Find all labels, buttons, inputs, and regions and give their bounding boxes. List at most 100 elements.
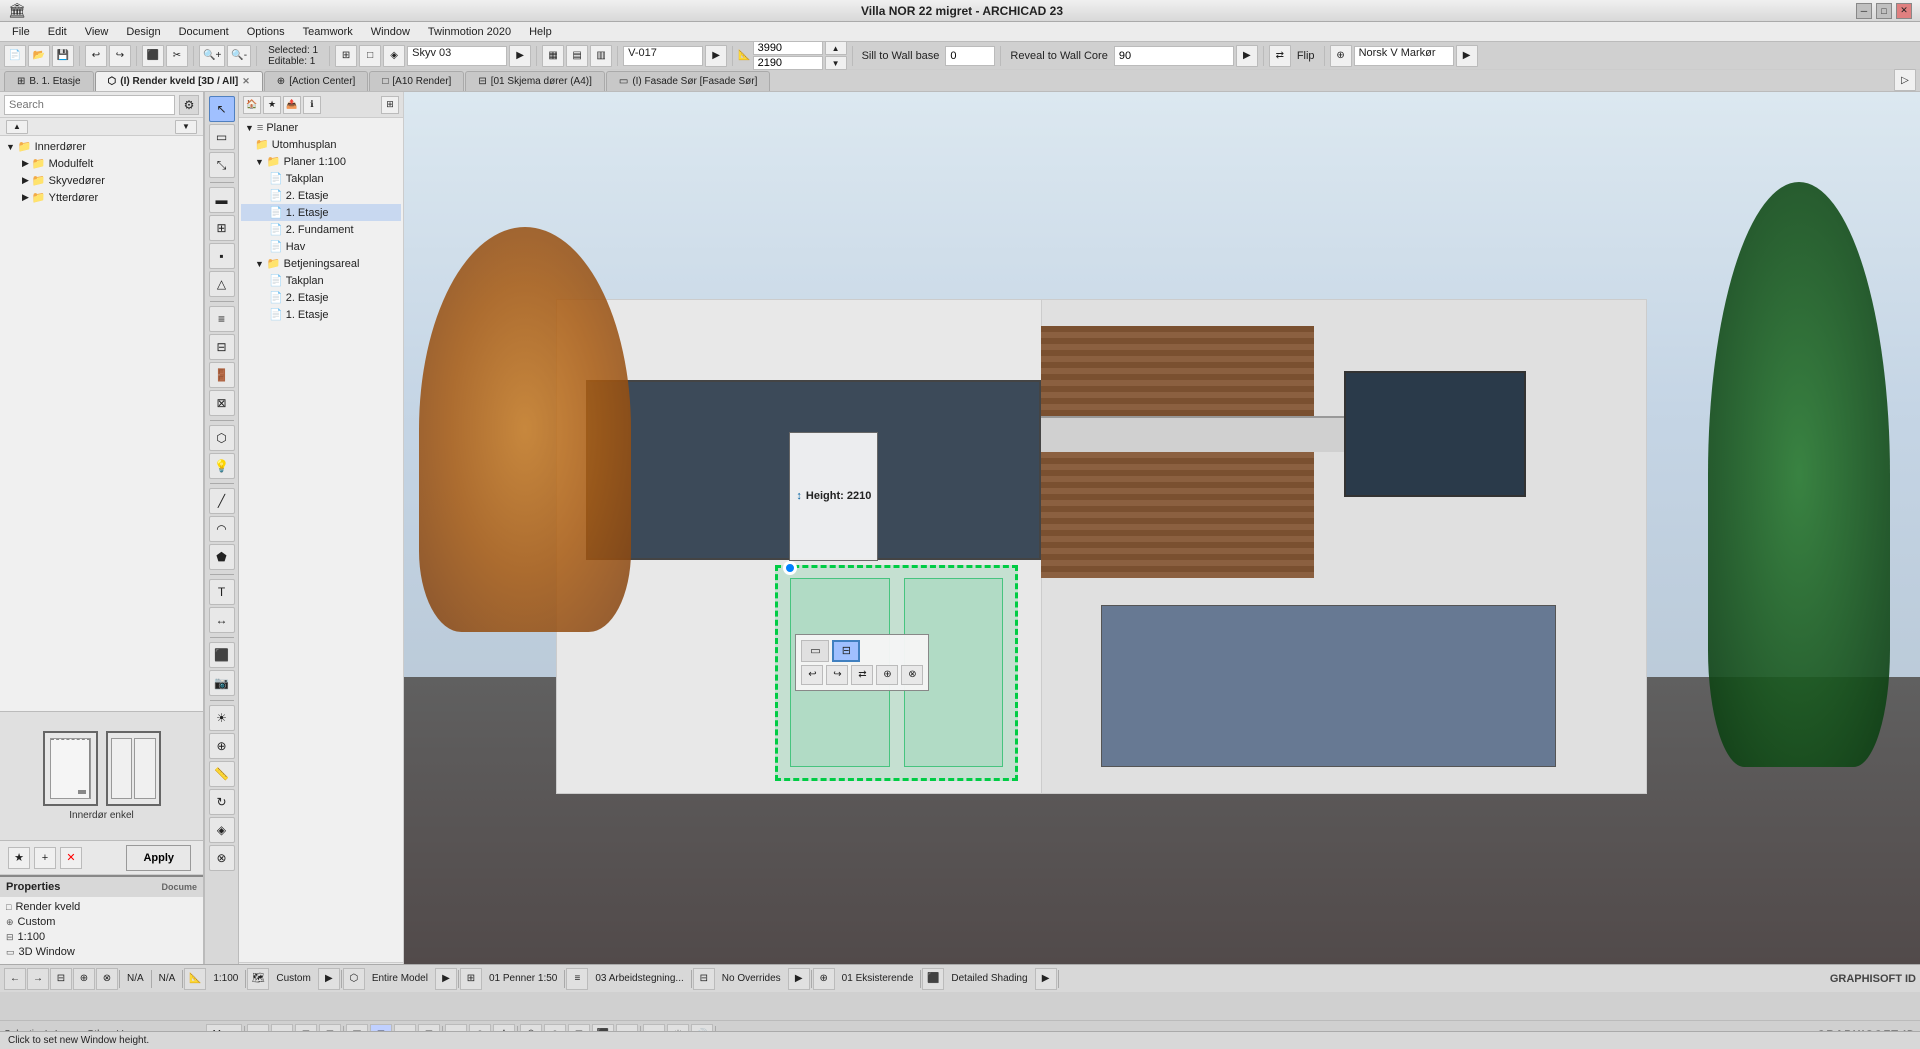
marker-nav-btn[interactable]: ▶	[1456, 45, 1478, 67]
tool-marquee[interactable]: ▭	[209, 124, 235, 150]
view-section-btn[interactable]: ▥	[590, 45, 612, 67]
door-action-1[interactable]: ↩	[801, 665, 823, 685]
door-type-single-btn[interactable]: ▭	[801, 640, 829, 662]
tool-stretch[interactable]: ⤡	[209, 152, 235, 178]
tree-item-ytterdorer[interactable]: ▶ 📁 Ytterdører	[2, 189, 201, 206]
tool-measure[interactable]: 📏	[209, 761, 235, 787]
menu-document[interactable]: Document	[171, 24, 237, 40]
minimize-button[interactable]: ─	[1856, 3, 1872, 19]
tb-redo[interactable]: ↪	[109, 45, 131, 67]
sb-custom-nav[interactable]: ▶	[318, 968, 340, 990]
tool-dim[interactable]: ↔	[209, 607, 235, 633]
tab-fasade-sor[interactable]: ▭ (I) Fasade Sør [Fasade Sør]	[606, 71, 771, 91]
nav-item-utomhus[interactable]: 📁 Utomhusplan	[241, 136, 401, 153]
menu-design[interactable]: Design	[118, 24, 168, 40]
tool-text[interactable]: T	[209, 579, 235, 605]
menu-options[interactable]: Options	[239, 24, 293, 40]
menu-window[interactable]: Window	[363, 24, 418, 40]
tree-item-skyvedorer[interactable]: ▶ 📁 Skyvedører	[2, 172, 201, 189]
nav-item-1etasje[interactable]: 📄 1. Etasje	[241, 204, 401, 221]
tool-sun[interactable]: ☀	[209, 705, 235, 731]
menu-file[interactable]: File	[4, 24, 38, 40]
tool-stair[interactable]: ≡	[209, 306, 235, 332]
sb-layer-icon[interactable]: ⊞	[460, 968, 482, 990]
dim1-input[interactable]	[753, 41, 823, 55]
tree-item-modulfelt[interactable]: ▶ 📁 Modulfelt	[2, 155, 201, 172]
sb-model-nav[interactable]: ▶	[435, 968, 457, 990]
nav-item-planer100[interactable]: ▼ 📁 Planer 1:100	[241, 153, 401, 170]
nav-item-planer[interactable]: ▼ ≡ Planer	[241, 120, 401, 136]
mirror-x-btn[interactable]: ⇄	[1269, 45, 1291, 67]
tool-slab[interactable]: ▪	[209, 243, 235, 269]
tab-schema-dorer[interactable]: ⊟ [01 Skjema dører (A4)]	[465, 71, 605, 91]
nav-info-btn[interactable]: ℹ	[303, 96, 321, 114]
tool-object[interactable]: ⬡	[209, 425, 235, 451]
door-action-3[interactable]: ⇄	[851, 665, 873, 685]
close-button[interactable]: ✕	[1896, 3, 1912, 19]
tb-zoom-out[interactable]: 🔍-	[227, 45, 251, 67]
tool-roof[interactable]: △	[209, 271, 235, 297]
tool-rotate[interactable]: ↻	[209, 789, 235, 815]
menu-help[interactable]: Help	[521, 24, 560, 40]
marker-icon-btn[interactable]: ⊕	[1330, 45, 1352, 67]
tool-column[interactable]: ⊞	[209, 215, 235, 241]
tb-new[interactable]: 📄	[4, 45, 26, 67]
sill-input[interactable]	[945, 46, 995, 66]
marker-input[interactable]: Norsk V Markør	[1354, 46, 1454, 66]
tool-extra2[interactable]: ⊗	[209, 845, 235, 871]
view-3d-btn[interactable]: □	[359, 45, 381, 67]
nav-expand-btn[interactable]: ⊞	[381, 96, 399, 114]
tab-a10-render[interactable]: □ [A10 Render]	[369, 71, 464, 91]
tool-lamp[interactable]: 💡	[209, 453, 235, 479]
view-name-input[interactable]: Skyv 03	[407, 46, 507, 66]
tool-window[interactable]: ⊠	[209, 390, 235, 416]
sb-scale-icon[interactable]: 📐	[184, 968, 206, 990]
nav-fav-btn[interactable]: ★	[263, 96, 281, 114]
tb-zoom-in[interactable]: 🔍+	[199, 45, 225, 67]
door-action-5[interactable]: ⊗	[901, 665, 923, 685]
tool-line[interactable]: ╱	[209, 488, 235, 514]
tool-wall[interactable]: ▬	[209, 187, 235, 213]
nav-item-betjening[interactable]: ▼ 📁 Betjeningsareal	[241, 255, 401, 272]
tree-item-innerdorer[interactable]: ▼ 📁 Innerdører	[2, 138, 201, 155]
dim1-down[interactable]: ▼	[825, 56, 847, 70]
nav-item-1etasje2[interactable]: 📄 1. Etasje	[241, 306, 401, 323]
tb-3d[interactable]: ⬛	[142, 45, 164, 67]
tool-arrow[interactable]: ↖	[209, 96, 235, 122]
maximize-button[interactable]: □	[1876, 3, 1892, 19]
reveal-input[interactable]	[1114, 46, 1234, 66]
tab-render-kveld[interactable]: ⬡ (I) Render kveld [3D / All] ✕	[95, 71, 263, 91]
nav-item-2etasje[interactable]: 📄 2. Etasje	[241, 187, 401, 204]
nav-item-2etasje2[interactable]: 📄 2. Etasje	[241, 289, 401, 306]
nav-item-2fundament[interactable]: 📄 2. Fundament	[241, 221, 401, 238]
tool-zone[interactable]: ⬛	[209, 642, 235, 668]
view-elev-btn[interactable]: ▤	[566, 45, 588, 67]
search-settings-btn[interactable]: ⚙	[179, 95, 199, 115]
sb-exist-icon[interactable]: ⊕	[813, 968, 835, 990]
nav-item-hav[interactable]: 📄 Hav	[241, 238, 401, 255]
view-axon-btn[interactable]: ◈	[383, 45, 405, 67]
tool-extra1[interactable]: ◈	[209, 817, 235, 843]
tab-close-btn[interactable]: ✕	[242, 76, 250, 87]
document-tab[interactable]: Docume	[161, 882, 197, 892]
dim1-up[interactable]: ▲	[825, 41, 847, 55]
tb-section[interactable]: ✂	[166, 45, 188, 67]
sb-nav-back[interactable]: ←	[4, 968, 26, 990]
nav-item-takplan2[interactable]: 📄 Takplan	[241, 272, 401, 289]
nav-project-btn[interactable]: 🏠	[243, 96, 261, 114]
tool-arc[interactable]: ◠	[209, 516, 235, 542]
code-input[interactable]: V-017	[623, 46, 703, 66]
sb-map-icon[interactable]: 🗺	[247, 968, 269, 990]
tab-more-btn[interactable]: ▷	[1894, 69, 1916, 91]
search-input[interactable]	[4, 95, 175, 115]
door-action-2[interactable]: ↪	[826, 665, 848, 685]
door-type-double-btn[interactable]: ⊟	[832, 640, 860, 662]
menu-teamwork[interactable]: Teamwork	[295, 24, 361, 40]
tab-b1etasje[interactable]: ⊞ B. 1. Etasje	[4, 71, 94, 91]
apply-button[interactable]: Apply	[126, 845, 191, 871]
tool-compass[interactable]: ⊕	[209, 733, 235, 759]
menu-view[interactable]: View	[77, 24, 117, 40]
tree-scroll-down[interactable]: ▼	[175, 120, 197, 134]
view-nav-btn[interactable]: ▶	[509, 45, 531, 67]
dim2-input[interactable]	[753, 56, 823, 70]
